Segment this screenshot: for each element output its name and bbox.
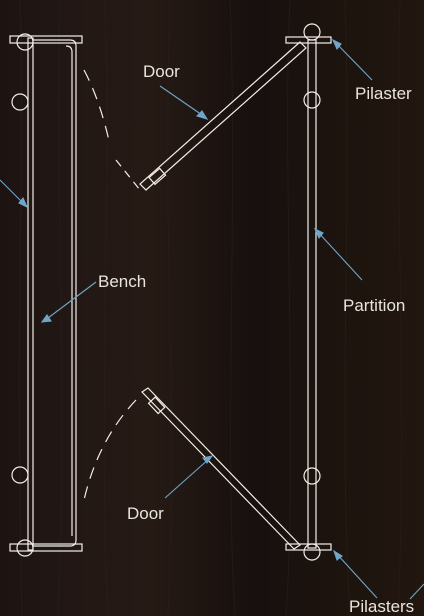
leader-door-top (159, 85, 206, 118)
bench-label: Bench (98, 272, 147, 291)
door-bottom-swing-arc (83, 399, 137, 501)
left-pilaster-circles (11, 33, 34, 557)
leader-pilaster-top (334, 41, 373, 81)
partition-label: Partition (343, 296, 406, 315)
leader-partition (316, 230, 363, 281)
door-top-label: Door (143, 62, 180, 81)
bottom-wall-bar (9, 543, 83, 552)
door-top-swing-arc (83, 69, 111, 146)
partition-panel (307, 39, 317, 549)
partition-pilaster-circles (303, 91, 321, 485)
door-top-swing-end (115, 159, 141, 191)
pilaster-top-label: Pilaster (355, 84, 412, 103)
leader-lines (0, 38, 424, 600)
pilasters-bottom-label: Pilasters (349, 597, 415, 616)
leader-door-bottom (164, 457, 211, 499)
door-bottom-leaf (141, 387, 301, 550)
door-bottom-label: Door (127, 504, 164, 523)
leader-pilasters-bottom (335, 552, 378, 599)
leader-bench (43, 281, 97, 322)
bench-outline (27, 37, 77, 551)
